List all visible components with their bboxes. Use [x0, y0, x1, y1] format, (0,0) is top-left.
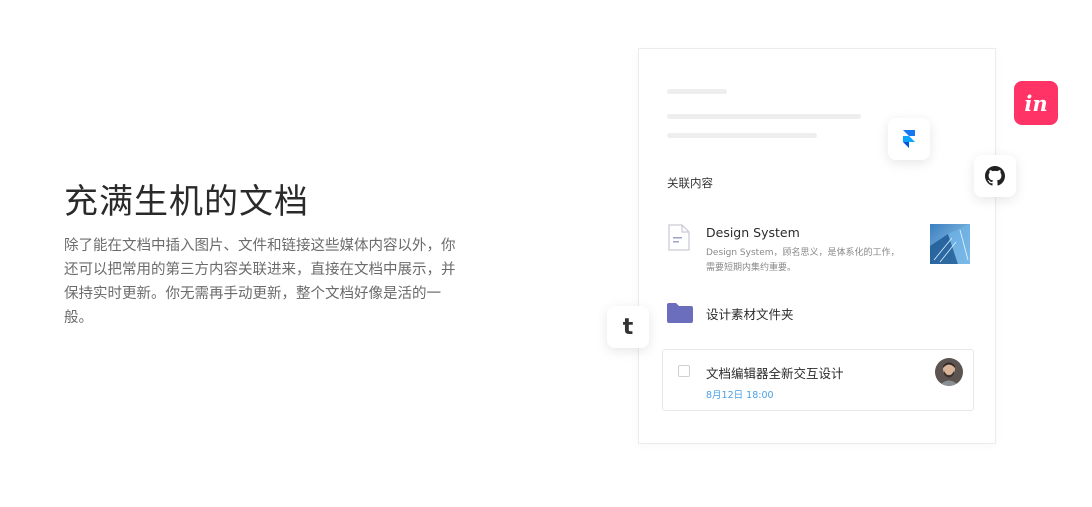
github-icon[interactable]: [974, 155, 1016, 197]
skeleton-line: [667, 133, 817, 138]
document-icon: [668, 224, 690, 255]
related-content-card: 关联内容 Design System Design System，顾名思义，是体…: [638, 48, 996, 444]
folder-label[interactable]: 设计素材文件夹: [706, 304, 794, 323]
avatar: [935, 358, 963, 386]
folder-icon: [666, 302, 694, 328]
document-description: Design System，顾名思义，是体系化的工作，需要短期内集约重要。: [706, 248, 900, 273]
task-due-date: 8月12日 18:00: [706, 390, 774, 401]
tumblr-icon-glyph: t: [622, 314, 634, 340]
tumblr-icon[interactable]: t: [607, 306, 649, 348]
task-checkbox[interactable]: [678, 365, 690, 377]
framer-icon[interactable]: [888, 118, 930, 160]
invision-icon[interactable]: in: [1014, 81, 1058, 125]
hero-description: 除了能在文档中插入图片、文件和链接这些媒体内容以外，你还可以把常用的第三方内容关…: [64, 238, 456, 326]
skeleton-line: [667, 89, 727, 94]
task-card[interactable]: 文档编辑器全新交互设计 8月12日 18:00: [662, 349, 974, 411]
document-thumbnail: [930, 224, 970, 264]
task-title: 文档编辑器全新交互设计: [706, 366, 844, 381]
document-title[interactable]: Design System: [706, 225, 800, 240]
skeleton-line: [667, 114, 861, 119]
related-content-title: 关联内容: [667, 176, 713, 190]
hero-title: 充满生机的文档: [64, 182, 309, 222]
